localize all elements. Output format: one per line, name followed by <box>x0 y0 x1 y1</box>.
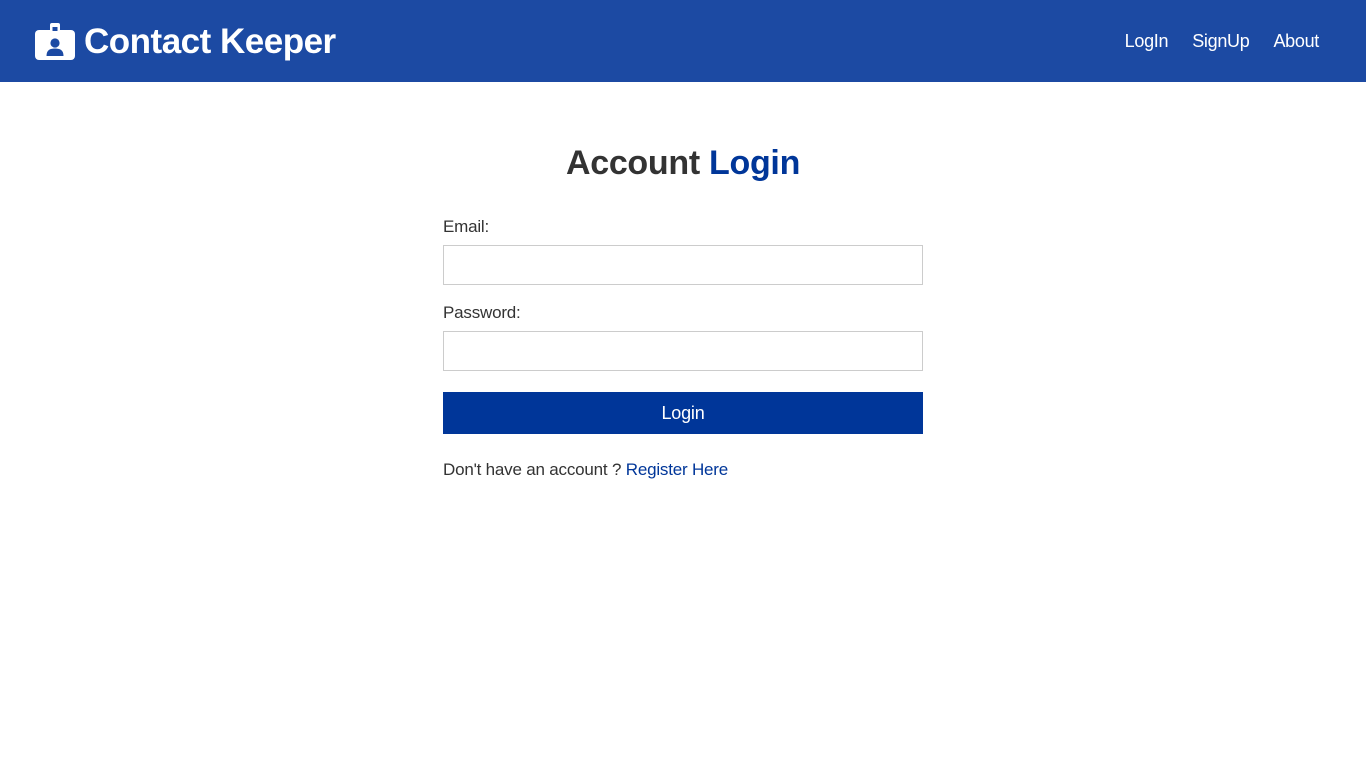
login-form-container: Account Login Email: Password: Login Don… <box>443 140 923 482</box>
nav-signup-link[interactable]: SignUp <box>1192 31 1250 52</box>
brand-title: Contact Keeper <box>84 21 336 61</box>
page-title-accent: Login <box>709 144 801 182</box>
register-prompt-text: Don't have an account ? <box>443 460 622 479</box>
password-form-group: Password: <box>443 302 923 371</box>
login-form: Email: Password: Login <box>443 216 923 434</box>
top-navbar: Contact Keeper LogIn SignUp About <box>0 0 1366 82</box>
email-form-group: Email: <box>443 216 923 285</box>
id-badge-icon <box>35 22 75 60</box>
register-prompt: Don't have an account ? Register Here <box>443 458 923 482</box>
nav-about-link[interactable]: About <box>1273 31 1319 52</box>
register-link[interactable]: Register Here <box>626 460 728 479</box>
brand[interactable]: Contact Keeper <box>35 21 336 61</box>
page-title-prefix: Account <box>565 144 700 182</box>
login-button[interactable]: Login <box>443 392 923 434</box>
password-field[interactable] <box>443 331 923 371</box>
email-field[interactable] <box>443 245 923 285</box>
password-label: Password: <box>443 303 521 322</box>
email-label: Email: <box>443 217 490 236</box>
page-title: Account Login <box>443 140 923 186</box>
nav-links: LogIn SignUp About <box>1101 31 1320 52</box>
nav-login-link[interactable]: LogIn <box>1125 31 1169 52</box>
